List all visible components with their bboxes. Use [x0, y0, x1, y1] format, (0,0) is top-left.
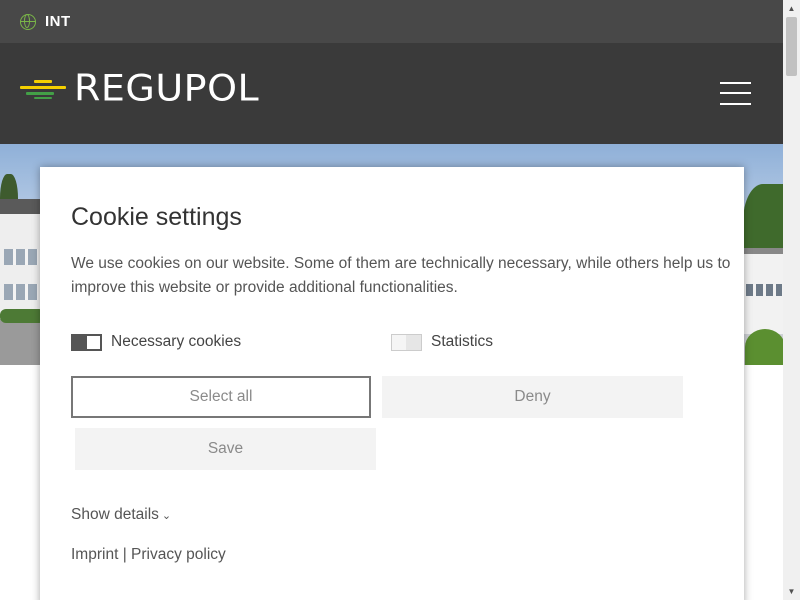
logo-text: REGUPOL	[74, 67, 260, 109]
scroll-up-arrow-icon[interactable]: ▲	[783, 0, 800, 17]
cookie-settings-dialog: Cookie settings We use cookies on our we…	[40, 167, 744, 600]
globe-icon[interactable]	[20, 13, 36, 30]
link-separator: |	[122, 546, 127, 563]
necessary-cookies-label: Necessary cookies	[111, 333, 242, 350]
language-bar: INT	[0, 0, 783, 43]
show-details-toggle[interactable]: Show details ⌄	[71, 506, 171, 524]
statistics-option[interactable]: Statistics	[391, 333, 493, 351]
scrollbar-thumb[interactable]	[786, 17, 797, 76]
logo-stripes-icon	[20, 76, 66, 100]
statistics-label: Statistics	[431, 333, 494, 350]
language-selector[interactable]: INT	[45, 13, 71, 30]
legal-links: Imprint | Privacy policy	[71, 546, 226, 564]
select-all-button[interactable]: Select all	[71, 376, 371, 418]
dialog-title: Cookie settings	[71, 203, 242, 231]
chevron-down-icon: ⌄	[161, 510, 172, 522]
privacy-policy-link[interactable]: Privacy policy	[131, 546, 226, 563]
site-header: REGUPOL	[0, 43, 783, 144]
hamburger-icon[interactable]	[720, 82, 751, 106]
necessary-cookies-toggle[interactable]	[71, 333, 102, 351]
deny-button[interactable]: Deny	[382, 376, 683, 418]
scroll-down-arrow-icon[interactable]: ▼	[783, 583, 800, 600]
necessary-cookies-option[interactable]: Necessary cookies	[71, 333, 241, 351]
regupol-logo[interactable]: REGUPOL	[20, 66, 259, 110]
dialog-description: We use cookies on our website. Some of t…	[71, 255, 731, 296]
save-button[interactable]: Save	[75, 428, 376, 470]
statistics-toggle[interactable]	[391, 333, 422, 351]
show-details-label: Show details	[71, 506, 159, 523]
imprint-link[interactable]: Imprint	[71, 546, 118, 563]
page-scrollbar[interactable]: ▲ ▼	[783, 0, 800, 600]
